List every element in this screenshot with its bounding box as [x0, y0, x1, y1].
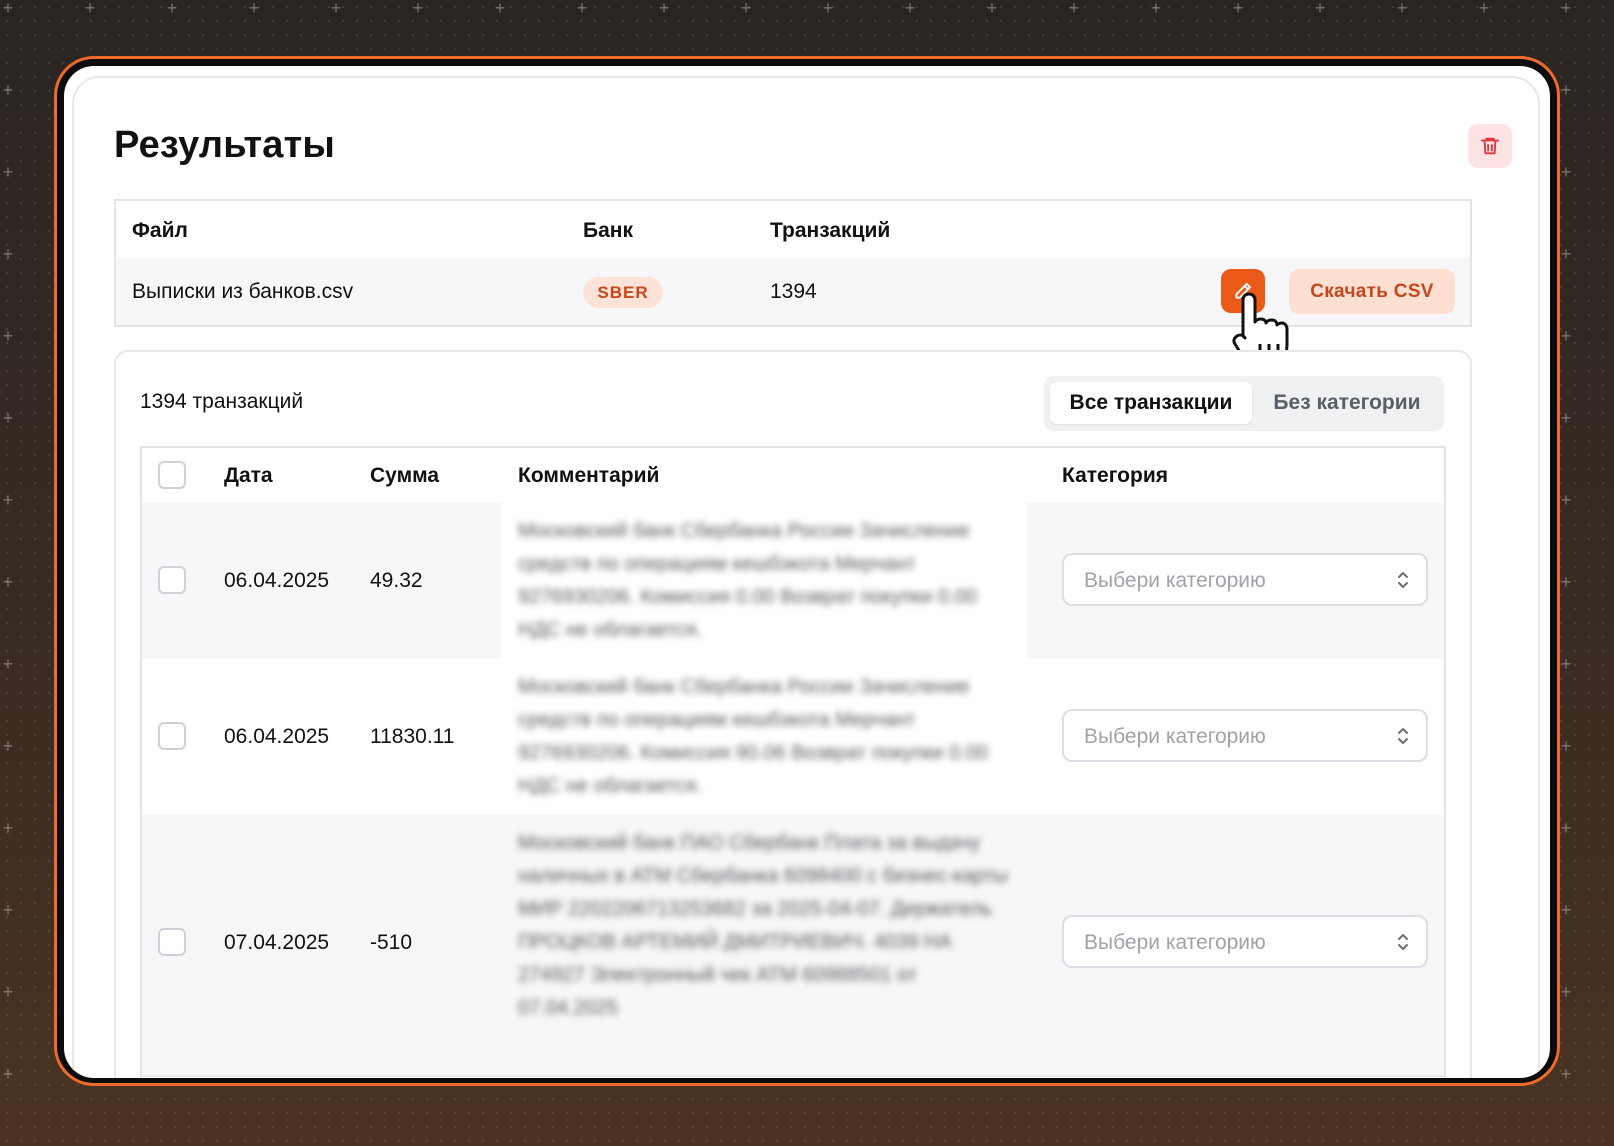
plus-mark: + [248, 0, 260, 18]
plus-mark: + [1560, 80, 1572, 100]
plus-mark: + [2, 900, 14, 920]
tab-uncategorized[interactable]: Без категории [1254, 382, 1440, 424]
table-row: 07.04.2025 -510 Московский банк ПАО Сбер… [142, 815, 1444, 1077]
category-select-placeholder: Выбери категорию [1084, 725, 1266, 748]
plus-mark: + [2, 326, 14, 346]
plus-mark: + [1396, 0, 1408, 18]
transactions-table: Дата Сумма Комментарий Категория 06.04.2… [140, 446, 1446, 1078]
column-header-date: Дата [224, 464, 273, 487]
row-amount: 11830.11 [370, 725, 455, 748]
column-header-bank: Банк [583, 219, 633, 242]
plus-mark: + [1560, 572, 1572, 592]
column-header-amount: Сумма [370, 464, 440, 487]
plus-mark: + [1560, 1064, 1572, 1084]
select-all-checkbox[interactable] [158, 461, 186, 489]
plus-mark: + [2, 982, 14, 1002]
delete-button[interactable] [1468, 124, 1512, 168]
row-date: 06.04.2025 [224, 569, 330, 592]
plus-mark: + [330, 0, 342, 18]
plus-mark: + [166, 0, 178, 18]
plus-mark: + [1560, 0, 1572, 18]
plus-mark: + [84, 0, 96, 18]
plus-mark: + [822, 0, 834, 18]
row-comment-cell: Московский банк Сбербанка России Зачисле… [502, 659, 1026, 815]
row-comment-cell: Московский банк ПАО Сбербанк Плата за вы… [502, 815, 1026, 1075]
plus-mark: + [1314, 0, 1326, 18]
plus-mark: + [2, 1064, 14, 1084]
plus-mark: + [1560, 818, 1572, 838]
file-name: Выписки из банков.csv [132, 280, 354, 303]
plus-mark: + [1560, 408, 1572, 428]
plus-mark: + [1560, 654, 1572, 674]
plus-mark: + [740, 0, 752, 18]
plus-mark: + [904, 0, 916, 18]
chevron-up-down-icon [1398, 934, 1408, 950]
plus-mark: + [2, 736, 14, 756]
plus-mark: + [576, 0, 588, 18]
column-header-transactions: Транзакций [770, 219, 891, 242]
results-card: Результаты Файл Банк Транзакций Выписки … [72, 76, 1540, 1078]
plus-mark: + [2, 80, 14, 100]
row-comment: Московский банк Сбербанка России Зачисле… [518, 520, 977, 641]
plus-mark: + [1068, 0, 1080, 18]
row-checkbox[interactable] [158, 566, 186, 594]
transactions-count: 1394 транзакций [140, 390, 304, 413]
plus-mark: + [2, 654, 14, 674]
transactions-filter-tabs: Все транзакции Без категории [1044, 376, 1444, 431]
app-window: Результаты Файл Банк Транзакций Выписки … [64, 66, 1550, 1078]
plus-mark: + [2, 818, 14, 838]
plus-mark: + [1560, 244, 1572, 264]
plus-mark: + [1560, 900, 1572, 920]
plus-mark: + [1232, 0, 1244, 18]
row-date: 06.04.2025 [224, 725, 330, 748]
transactions-table-header: Дата Сумма Комментарий Категория [142, 448, 1444, 505]
chevron-up-down-icon [1398, 572, 1408, 588]
table-row: 06.04.2025 49.32 Московский банк Сбербан… [142, 503, 1444, 661]
plus-mark: + [2, 162, 14, 182]
row-comment-cell: Московский банк Сбербанка России Зачисле… [502, 503, 1026, 659]
plus-mark: + [2, 0, 14, 18]
tab-all-transactions[interactable]: Все транзакции [1050, 382, 1252, 424]
row-amount: -510 [370, 931, 413, 954]
row-date: 07.04.2025 [224, 931, 330, 954]
chevron-up-down-icon [1398, 728, 1408, 744]
category-select-placeholder: Выбери категорию [1084, 569, 1266, 592]
table-row: 06.04.2025 11830.11 Московский банк Сбер… [142, 659, 1444, 817]
plus-mark: + [1560, 982, 1572, 1002]
plus-mark: + [2, 244, 14, 264]
plus-mark: + [1560, 162, 1572, 182]
plus-mark: + [494, 0, 506, 18]
plus-mark: + [1478, 0, 1490, 18]
plus-mark: + [1560, 490, 1572, 510]
transaction-count: 1394 [770, 280, 817, 303]
plus-mark: + [1150, 0, 1162, 18]
plus-mark: + [2, 490, 14, 510]
plus-mark: + [1560, 736, 1572, 756]
files-table-header: Файл Банк Транзакций [116, 201, 1470, 260]
column-header-category: Категория [1062, 464, 1169, 487]
row-comment: Московский банк ПАО Сбербанк Плата за вы… [518, 832, 1008, 1019]
column-header-file: Файл [132, 219, 188, 242]
category-select[interactable]: Выбери категорию [1062, 915, 1428, 968]
transactions-panel: 1394 транзакций Все транзакции Без катег… [114, 350, 1472, 1078]
category-select[interactable]: Выбери категорию [1062, 709, 1428, 762]
row-checkbox[interactable] [158, 722, 186, 750]
download-csv-button[interactable]: Скачать CSV [1289, 269, 1455, 314]
plus-mark: + [2, 408, 14, 428]
plus-mark: + [658, 0, 670, 18]
plus-mark: + [1560, 326, 1572, 346]
row-comment: Московский банк Сбербанка России Зачисле… [518, 676, 988, 797]
column-header-comment: Комментарий [518, 464, 660, 487]
plus-mark: + [412, 0, 424, 18]
bank-badge: SBER [583, 277, 663, 308]
category-select[interactable]: Выбери категорию [1062, 553, 1428, 606]
trash-icon [1480, 137, 1500, 155]
plus-mark: + [986, 0, 998, 18]
plus-mark: + [2, 572, 14, 592]
row-checkbox[interactable] [158, 928, 186, 956]
category-select-placeholder: Выбери категорию [1084, 931, 1266, 954]
page-title: Результаты [114, 124, 336, 166]
row-amount: 49.32 [370, 569, 423, 592]
